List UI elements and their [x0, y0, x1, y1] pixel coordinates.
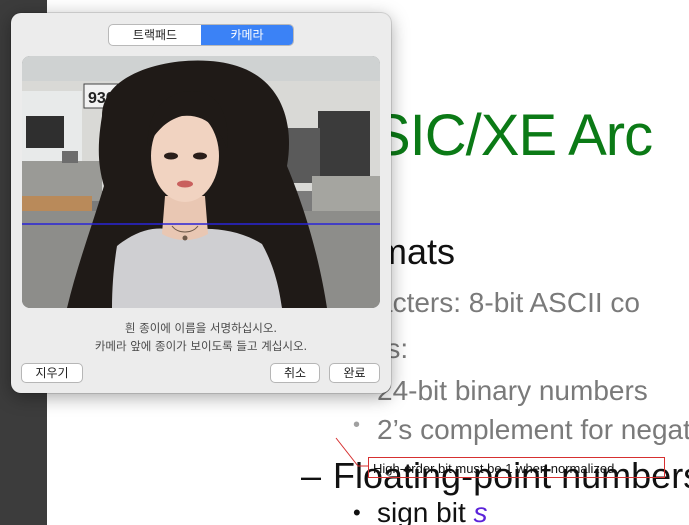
tab-camera[interactable]: 카메라 [201, 25, 293, 45]
slide-title: SIC/XE Arc [372, 103, 653, 168]
input-mode-segmented-control: 트랙패드 카메라 [108, 24, 294, 46]
annotation-box[interactable]: High-order bit must be 1 when normalized [368, 457, 665, 478]
signature-capture-panel: 트랙패드 카메라 930 흰 종이에 이름을 서명하십시오. 카메라 앞에 종이… [11, 13, 391, 393]
slide-line-binary: 24-bit binary numbers [377, 375, 648, 406]
slide-line-complement: 2’s complement for negative [377, 414, 689, 445]
done-button[interactable]: 완료 [329, 363, 380, 383]
sign-bit-variable: s [473, 497, 488, 525]
sign-bit-text: sign bit [377, 497, 474, 525]
camera-preview: 930 [22, 56, 380, 308]
dash-marker: – [301, 455, 322, 496]
tab-trackpad[interactable]: 트랙패드 [109, 25, 201, 45]
cancel-button[interactable]: 취소 [270, 363, 320, 383]
instruction-line-1: 흰 종이에 이름을 서명하십시오. [124, 321, 278, 335]
instruction-line-2: 카메라 앞에 종이가 보이도록 들고 계십시오. [94, 339, 308, 353]
clear-button[interactable]: 지우기 [21, 363, 83, 383]
slide-line-characters: acters: 8-bit ASCII co [377, 287, 640, 318]
bullet-marker: • [353, 500, 361, 525]
camera-feed-image: 930 [22, 56, 380, 308]
bullet-marker: • [353, 414, 361, 436]
slide-line-signbit: sign bit s [377, 497, 488, 525]
